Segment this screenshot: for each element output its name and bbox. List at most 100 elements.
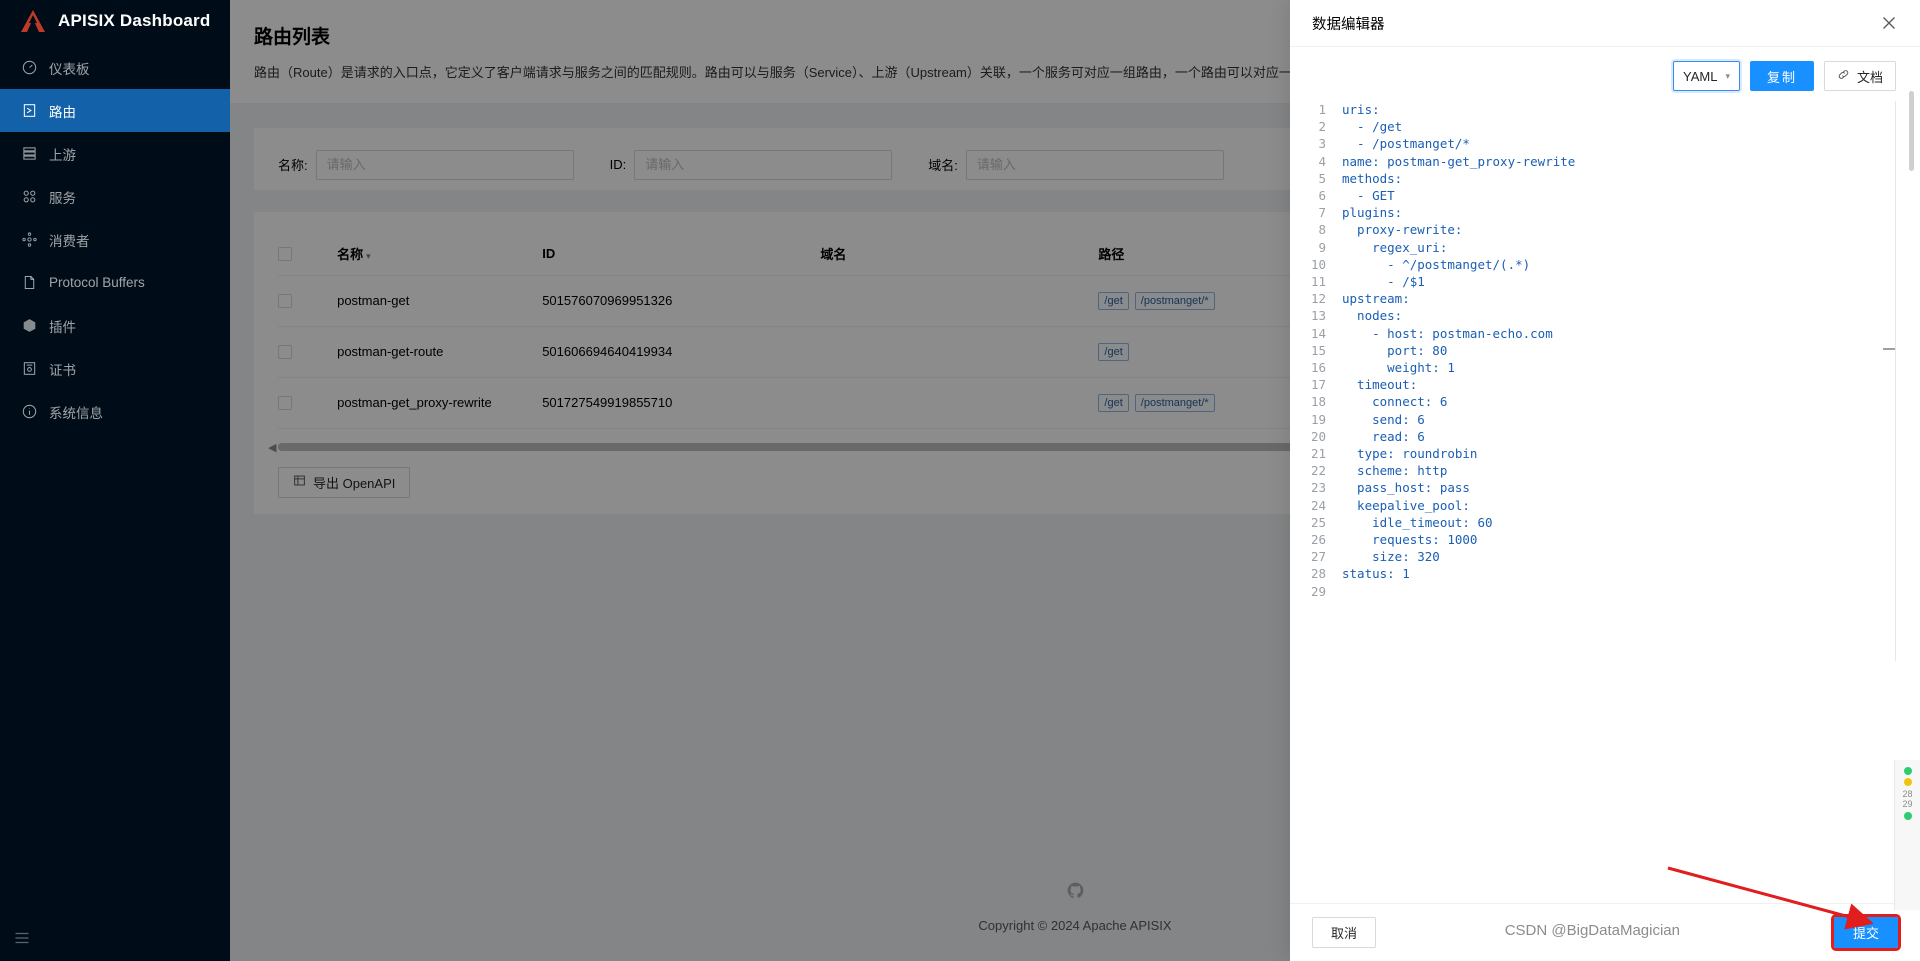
consumer-icon: [22, 232, 37, 247]
code-line[interactable]: 22 scheme: http: [1302, 462, 1895, 479]
close-icon[interactable]: [1880, 14, 1898, 32]
code-line[interactable]: 15 port: 80: [1302, 342, 1895, 359]
line-number: 16: [1302, 359, 1342, 376]
code-line[interactable]: 25 idle_timeout: 60: [1302, 514, 1895, 531]
copy-button[interactable]: 复制: [1750, 61, 1814, 91]
line-number: 11: [1302, 273, 1342, 290]
sidebar-item-label: Protocol Buffers: [49, 275, 145, 290]
sidebar: APISIX Dashboard 仪表板 路由: [0, 0, 230, 961]
upstream-icon: [22, 146, 37, 161]
line-text: requests: 1000: [1342, 531, 1477, 548]
line-text: pass_host: pass: [1342, 479, 1470, 496]
line-number: 2: [1302, 118, 1342, 135]
code-line[interactable]: 5methods:: [1302, 170, 1895, 187]
cancel-button[interactable]: 取消: [1312, 917, 1376, 948]
line-text: - /postmanget/*: [1342, 135, 1470, 152]
code-line[interactable]: 19 send: 6: [1302, 411, 1895, 428]
line-text: - host: postman-echo.com: [1342, 325, 1553, 342]
editor-cursor: [1883, 348, 1895, 350]
line-number: 6: [1302, 187, 1342, 204]
code-line[interactable]: 17 timeout:: [1302, 376, 1895, 393]
code-line[interactable]: 4name: postman-get_proxy-rewrite: [1302, 153, 1895, 170]
sidebar-item-consumer[interactable]: 消费者: [0, 218, 230, 261]
line-text: read: 6: [1342, 428, 1425, 445]
line-number: 17: [1302, 376, 1342, 393]
line-text: size: 320: [1342, 548, 1440, 565]
line-number: 24: [1302, 497, 1342, 514]
line-text: name: postman-get_proxy-rewrite: [1342, 153, 1575, 170]
line-text: connect: 6: [1342, 393, 1447, 410]
code-line[interactable]: 3 - /postmanget/*: [1302, 135, 1895, 152]
line-number: 20: [1302, 428, 1342, 445]
line-text: port: 80: [1342, 342, 1447, 359]
code-line[interactable]: 28status: 1: [1302, 565, 1895, 582]
sidebar-item-certificate[interactable]: 证书: [0, 347, 230, 390]
line-number: 13: [1302, 307, 1342, 324]
code-line[interactable]: 29: [1302, 583, 1895, 600]
menu-collapse-icon[interactable]: [14, 930, 30, 946]
documentation-label: 文档: [1857, 67, 1883, 86]
line-number: 12: [1302, 290, 1342, 307]
code-line[interactable]: 10 - ^/postmanget/(.*): [1302, 256, 1895, 273]
line-text: status: 1: [1342, 565, 1410, 582]
format-select[interactable]: YAML ▾: [1673, 61, 1740, 91]
code-line[interactable]: 23 pass_host: pass: [1302, 479, 1895, 496]
minimap-line-29: 29: [1895, 799, 1920, 809]
code-line[interactable]: 24 keepalive_pool:: [1302, 497, 1895, 514]
sidebar-item-label: 插件: [49, 316, 76, 336]
sidebar-item-plugin[interactable]: 插件: [0, 304, 230, 347]
code-line[interactable]: 16 weight: 1: [1302, 359, 1895, 376]
code-line[interactable]: 6 - GET: [1302, 187, 1895, 204]
code-line[interactable]: 27 size: 320: [1302, 548, 1895, 565]
apisix-logo-icon: [20, 9, 46, 33]
line-number: 26: [1302, 531, 1342, 548]
line-number: 21: [1302, 445, 1342, 462]
yaml-code-editor[interactable]: 1uris:2 - /get3 - /postmanget/*4name: po…: [1302, 101, 1896, 661]
line-text: regex_uri:: [1342, 239, 1447, 256]
code-line[interactable]: 21 type: roundrobin: [1302, 445, 1895, 462]
editor-scrollbar[interactable]: [1909, 91, 1914, 171]
line-number: 7: [1302, 204, 1342, 221]
sidebar-item-protocol-buffers[interactable]: Protocol Buffers: [0, 261, 230, 304]
code-line[interactable]: 9 regex_uri:: [1302, 239, 1895, 256]
line-text: type: roundrobin: [1342, 445, 1477, 462]
code-line[interactable]: 11 - /$1: [1302, 273, 1895, 290]
line-text: - /$1: [1342, 273, 1425, 290]
drawer-body: YAML ▾ 复制 文档 1uris:2 - /get3 - /postmang…: [1290, 47, 1920, 903]
sidebar-item-service[interactable]: 服务: [0, 175, 230, 218]
sidebar-item-dashboard[interactable]: 仪表板: [0, 46, 230, 89]
code-line[interactable]: 2 - /get: [1302, 118, 1895, 135]
status-dot-yellow: [1904, 778, 1912, 786]
watermark-text: CSDN @BigDataMagician: [1505, 922, 1680, 939]
documentation-button[interactable]: 文档: [1824, 61, 1896, 91]
line-number: 19: [1302, 411, 1342, 428]
line-text: keepalive_pool:: [1342, 497, 1470, 514]
code-content[interactable]: 1uris:2 - /get3 - /postmanget/*4name: po…: [1302, 101, 1895, 600]
line-text: plugins:: [1342, 204, 1402, 221]
route-icon: [22, 103, 37, 118]
editor-minimap[interactable]: 28 29: [1894, 760, 1920, 910]
editor-toolbar: YAML ▾ 复制 文档: [1290, 47, 1920, 101]
code-line[interactable]: 18 connect: 6: [1302, 393, 1895, 410]
sidebar-item-system-info[interactable]: 系统信息: [0, 390, 230, 433]
sidebar-item-route[interactable]: 路由: [0, 89, 230, 132]
code-line[interactable]: 1uris:: [1302, 101, 1895, 118]
code-line[interactable]: 12upstream:: [1302, 290, 1895, 307]
sidebar-item-upstream[interactable]: 上游: [0, 132, 230, 175]
code-line[interactable]: 20 read: 6: [1302, 428, 1895, 445]
sidebar-item-label: 系统信息: [49, 402, 103, 422]
line-number: 15: [1302, 342, 1342, 359]
code-line[interactable]: 14 - host: postman-echo.com: [1302, 325, 1895, 342]
code-line[interactable]: 7plugins:: [1302, 204, 1895, 221]
submit-button[interactable]: 提交: [1834, 917, 1898, 948]
drawer-title: 数据编辑器: [1312, 13, 1385, 34]
line-number: 29: [1302, 583, 1342, 600]
code-line[interactable]: 8 proxy-rewrite:: [1302, 221, 1895, 238]
code-line[interactable]: 26 requests: 1000: [1302, 531, 1895, 548]
line-number: 8: [1302, 221, 1342, 238]
line-number: 25: [1302, 514, 1342, 531]
sidebar-item-label: 消费者: [49, 230, 90, 250]
code-line[interactable]: 13 nodes:: [1302, 307, 1895, 324]
brand[interactable]: APISIX Dashboard: [0, 0, 230, 42]
line-text: weight: 1: [1342, 359, 1455, 376]
